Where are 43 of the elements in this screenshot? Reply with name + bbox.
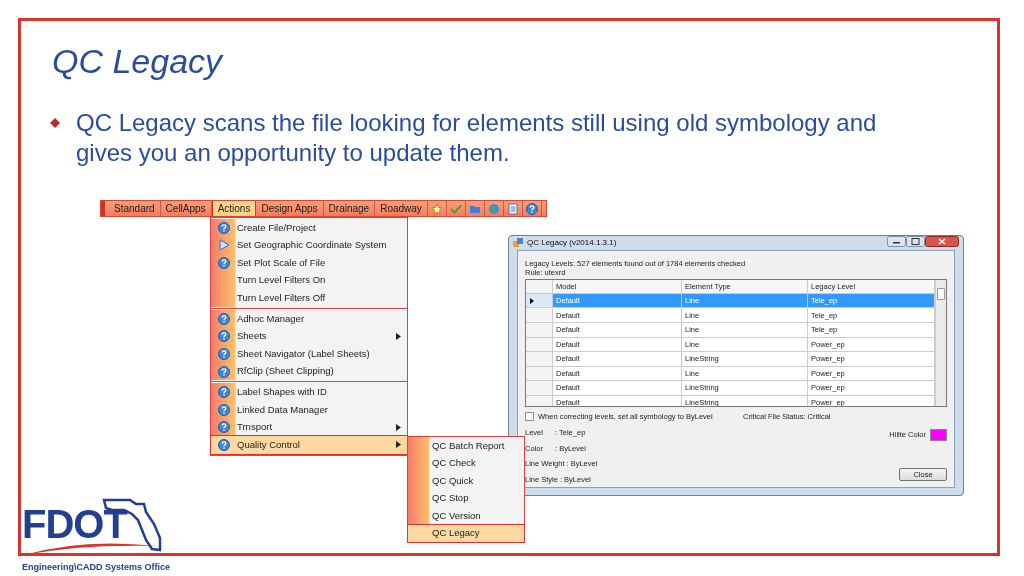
office-name: Engineering\CADD Systems Office [22, 561, 172, 574]
help-icon [218, 347, 230, 360]
submenu-arrow-icon [396, 441, 401, 449]
maximize-icon[interactable] [906, 236, 925, 247]
minimize-icon[interactable] [887, 236, 906, 247]
checkbox[interactable] [525, 411, 534, 421]
toolbar-tab[interactable]: Design Apps [256, 201, 324, 216]
globe-icon[interactable] [487, 202, 500, 215]
menu-item[interactable]: Quality Control [211, 436, 407, 454]
help-icon[interactable] [525, 202, 538, 215]
submenu-arrow-icon [396, 423, 401, 431]
help-icon [218, 438, 230, 451]
logo-text: FDOT [22, 504, 127, 544]
help-icon [218, 312, 230, 325]
bullet-text: QC Legacy scans the file looking for elements still using old symbology and gives you an opportunity to update them. [76, 108, 878, 168]
color-swatch[interactable] [930, 429, 947, 441]
submenu-item[interactable]: QC Legacy [408, 524, 524, 542]
toolbar-tab[interactable]: CellApps [160, 201, 212, 216]
checkmark-icon[interactable] [449, 202, 462, 215]
help-icon [218, 221, 230, 234]
app-icon [513, 237, 523, 248]
play-icon [218, 239, 230, 252]
submenu-item[interactable]: QC Version [408, 507, 524, 525]
toolbar-tab[interactable]: Actions [211, 201, 257, 216]
scrollbar[interactable] [935, 279, 946, 406]
help-icon [218, 421, 230, 434]
slide-title: QC Legacy [52, 41, 223, 82]
corner-header [526, 279, 553, 294]
help-icon [218, 330, 230, 343]
toolbar-tab[interactable]: Standard [109, 201, 161, 216]
toolbar-tab[interactable]: Drainage [323, 201, 376, 216]
close-icon[interactable] [925, 236, 959, 247]
help-icon [218, 365, 230, 378]
help-icon [218, 386, 230, 399]
toolbar-tab[interactable]: Roadway [375, 201, 428, 216]
document-icon[interactable] [506, 202, 519, 215]
help-icon [218, 403, 230, 416]
help-icon [218, 257, 230, 269]
row-pointer-icon [530, 297, 534, 304]
bullet-icon [50, 118, 60, 128]
star-icon[interactable] [430, 202, 443, 215]
submenu-arrow-icon [396, 332, 401, 340]
window-title: QC Legacy (v2014.1.3.1) [527, 236, 618, 249]
